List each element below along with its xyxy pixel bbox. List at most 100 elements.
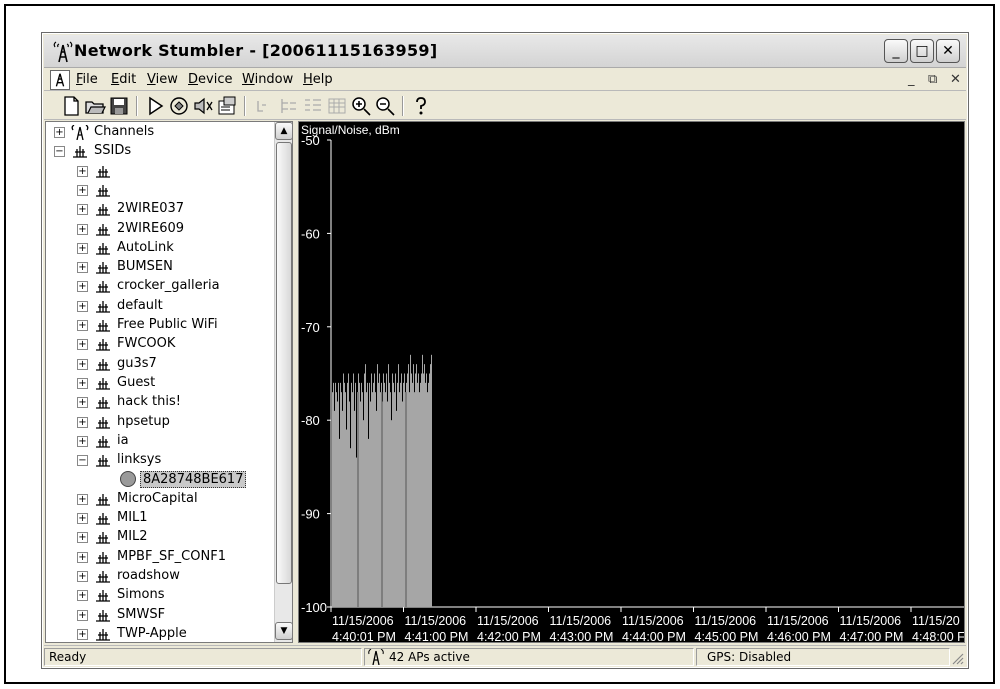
scroll-thumb[interactable]	[276, 142, 292, 584]
tree-item-ssid[interactable]: + SMWSF	[46, 606, 272, 625]
new-file-icon[interactable]	[60, 95, 82, 117]
expand-icon[interactable]: +	[77, 513, 88, 524]
tree-item-channels[interactable]: + Channels	[46, 123, 272, 142]
tree-item-ssid[interactable]: + default	[46, 297, 272, 316]
tree-item-ssid[interactable]: + ia	[46, 432, 272, 451]
mute-icon[interactable]	[192, 95, 214, 117]
expand-icon[interactable]: +	[77, 493, 88, 505]
signal-bar	[402, 401, 403, 607]
menu-file[interactable]: File	[76, 72, 98, 87]
tree-item-ssid[interactable]: + Guest	[46, 374, 272, 393]
tree-item-ssids[interactable]: − SSIDs	[46, 142, 272, 161]
expand-icon[interactable]: +	[77, 339, 88, 351]
expand-icon[interactable]: +	[77, 609, 88, 621]
tree-item-ssid[interactable]: + Free Public WiFi	[46, 316, 272, 335]
signal-bar	[345, 392, 346, 607]
expand-icon[interactable]: +	[77, 223, 88, 235]
mdi-minimize-button[interactable]: _	[908, 72, 915, 87]
mdi-restore-button[interactable]: ⧉	[928, 72, 937, 87]
expand-icon[interactable]: +	[77, 570, 88, 582]
properties-icon[interactable]	[216, 95, 238, 117]
x-tick-date: 11/15/2006	[477, 614, 539, 628]
expand-icon[interactable]: +	[77, 281, 88, 293]
list-icon[interactable]	[302, 95, 324, 117]
expand-icon[interactable]: +	[77, 242, 88, 254]
tree-item-ssid[interactable]: +	[46, 181, 272, 200]
access-point-icon	[96, 397, 110, 409]
menu-edit[interactable]: Edit	[111, 72, 136, 87]
scroll-up-button[interactable]: ▲	[275, 122, 292, 140]
x-tick-time: 4:47:00 PM	[840, 630, 904, 642]
expand-icon[interactable]: +	[77, 377, 88, 389]
zoom-out-icon[interactable]	[374, 95, 396, 117]
access-point-icon	[96, 628, 110, 641]
tree-item-ssid[interactable]: + MIL1	[46, 509, 272, 528]
scan-icon[interactable]	[168, 95, 190, 117]
mdi-close-button[interactable]: ✕	[950, 72, 961, 87]
tree-item-ssid[interactable]: +2WIRE037	[46, 200, 272, 219]
tree-item-label: MPBF_SF_CONF1	[117, 548, 226, 564]
grid-icon[interactable]	[326, 95, 348, 117]
expand-icon[interactable]: +	[77, 590, 88, 602]
open-folder-icon[interactable]	[84, 95, 106, 117]
expand-icon[interactable]: +	[77, 416, 88, 428]
tree-item-ssid[interactable]: + TWP-Apple	[46, 625, 272, 642]
expand-icon[interactable]: +	[77, 320, 88, 331]
save-icon[interactable]	[108, 95, 130, 117]
tree-item-ssid[interactable]: + gu3s7	[46, 355, 272, 374]
menu-device[interactable]: Device	[188, 72, 232, 87]
expand-icon[interactable]: +	[77, 184, 88, 196]
expand-icon[interactable]: +	[77, 435, 88, 447]
play-icon[interactable]	[144, 95, 166, 117]
resize-grip-icon[interactable]	[950, 651, 964, 665]
collapse-icon[interactable]: −	[54, 146, 65, 158]
tree-item-ssid[interactable]: + hack this!	[46, 393, 272, 412]
tree-item-label: AutoLink	[117, 239, 174, 255]
tree-icon[interactable]	[278, 95, 300, 117]
tree-item-ssid[interactable]: + hpsetup	[46, 413, 272, 432]
tree-item-ssid[interactable]: + FWCOOK	[46, 335, 272, 354]
toolbar-separator	[244, 96, 246, 116]
tree-item-ssid[interactable]: + AutoLink	[46, 239, 272, 258]
help-icon[interactable]	[410, 95, 432, 117]
tree-item-ssid[interactable]: + MIL2	[46, 528, 272, 547]
tree-item-ssid[interactable]: + BUMSEN	[46, 258, 272, 277]
tree-item-ssid[interactable]: − linksys	[46, 451, 272, 470]
tree-vertical-scrollbar[interactable]: ▲ ▼	[274, 122, 292, 642]
title-bar[interactable]: Network Stumbler - [20061115163959] _ □ …	[44, 35, 966, 68]
expand-icon[interactable]: +	[54, 127, 65, 138]
close-button[interactable]: ✕	[936, 39, 960, 63]
tree-item-ssid[interactable]: +	[46, 162, 272, 181]
signal-bar	[425, 382, 426, 607]
menu-window[interactable]: Window	[242, 72, 293, 87]
collapse-icon[interactable]: −	[77, 455, 88, 467]
tree-item-bssid[interactable]: 8A28748BE617	[46, 470, 272, 489]
expand-icon[interactable]: +	[77, 397, 88, 409]
tree-item-label: hpsetup	[117, 413, 170, 429]
signal-bar	[374, 373, 375, 607]
tree-item-ssid[interactable]: + roadshow	[46, 567, 272, 586]
expand-icon[interactable]: +	[77, 628, 88, 640]
zoom-in-icon[interactable]	[350, 95, 372, 117]
tree-item-ssid[interactable]: +2WIRE609	[46, 220, 272, 239]
expand-icon[interactable]: +	[77, 358, 88, 370]
filter-icon[interactable]	[254, 95, 276, 117]
expand-icon[interactable]: +	[77, 532, 88, 544]
tree-item-ssid[interactable]: + MicroCapital	[46, 490, 272, 509]
document-antenna-icon[interactable]	[50, 70, 70, 90]
expand-icon[interactable]: +	[77, 551, 88, 563]
expand-icon[interactable]: +	[77, 204, 88, 216]
expand-icon[interactable]: +	[77, 262, 88, 274]
tree-item-ssid[interactable]: + Simons	[46, 586, 272, 605]
signal-bar	[398, 364, 399, 607]
maximize-button[interactable]: □	[910, 39, 934, 63]
minimize-button[interactable]: _	[884, 39, 908, 63]
menu-view[interactable]: View	[147, 72, 178, 87]
menu-help[interactable]: Help	[303, 72, 333, 87]
expand-icon[interactable]: +	[77, 300, 88, 312]
signal-bar	[332, 392, 333, 607]
tree-item-ssid[interactable]: + crocker_galleria	[46, 277, 272, 296]
tree-item-ssid[interactable]: + MPBF_SF_CONF1	[46, 548, 272, 567]
scroll-down-button[interactable]: ▼	[275, 622, 292, 640]
expand-icon[interactable]: +	[77, 165, 88, 177]
